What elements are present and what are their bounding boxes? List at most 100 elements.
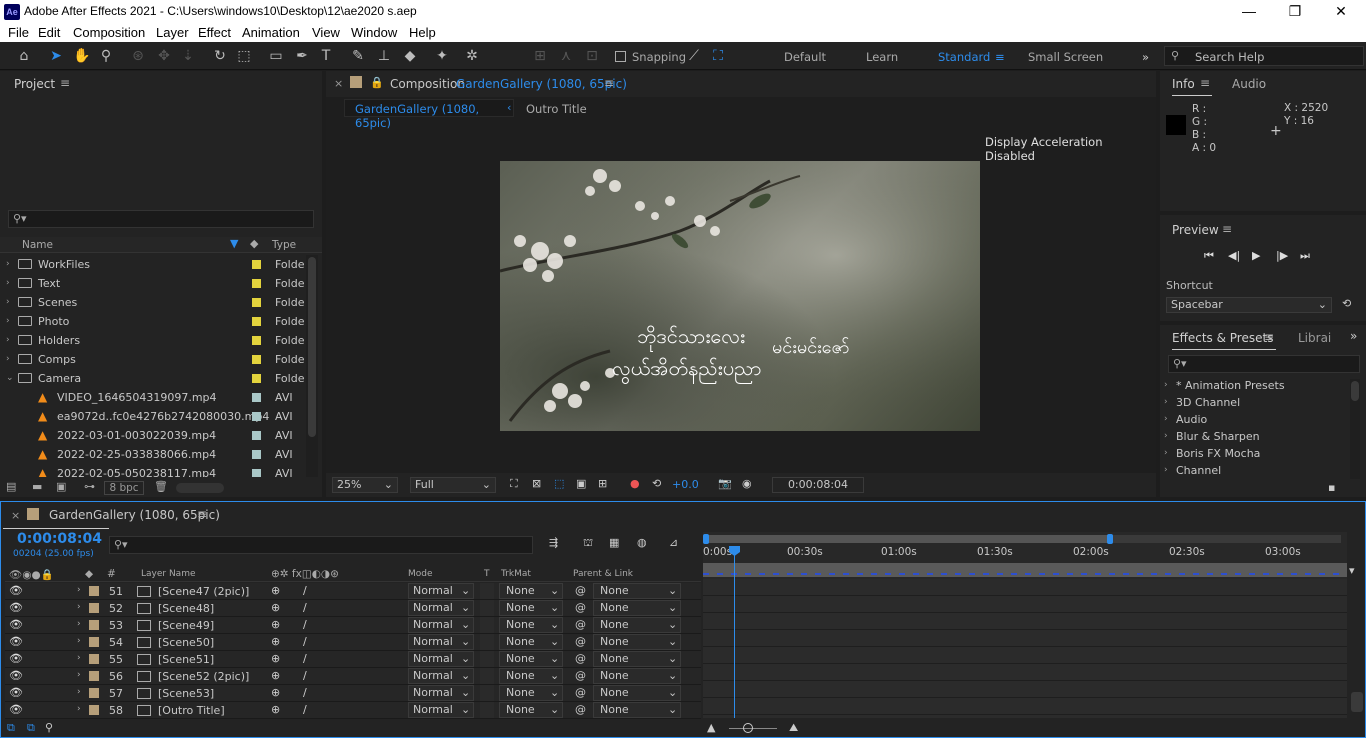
local-axis-icon[interactable]: ⊞ bbox=[530, 46, 550, 66]
zoom-out-icon[interactable]: ▲ bbox=[707, 721, 715, 734]
world-axis-icon[interactable]: ⋏ bbox=[556, 46, 576, 66]
snap-edges-icon[interactable]: ⟋ bbox=[684, 46, 704, 66]
menu-window[interactable]: Window bbox=[351, 25, 397, 40]
menu-help[interactable]: Help bbox=[409, 25, 436, 40]
menu-effect[interactable]: Effect bbox=[198, 25, 231, 40]
chevron-right-icon[interactable]: › bbox=[6, 259, 10, 269]
more-workspaces-icon[interactable]: » bbox=[1142, 50, 1149, 64]
label-swatch[interactable] bbox=[89, 586, 99, 596]
chevron-right-icon[interactable]: › bbox=[1164, 431, 1168, 441]
pickwhip-icon[interactable]: @ bbox=[575, 686, 586, 699]
sort-down-icon[interactable]: ▼ bbox=[230, 237, 238, 250]
chevron-right-icon[interactable]: › bbox=[77, 687, 81, 697]
eye-icon[interactable]: 👁 bbox=[9, 686, 23, 699]
next-frame-icon[interactable]: |▶ bbox=[1276, 249, 1288, 262]
layer-name[interactable]: [Scene51] bbox=[158, 653, 214, 666]
project-item[interactable]: › WorkFiles Folde bbox=[0, 255, 320, 274]
work-area-range[interactable] bbox=[703, 563, 1347, 577]
chevron-right-icon[interactable]: › bbox=[77, 704, 81, 714]
pickwhip-icon[interactable]: @ bbox=[575, 635, 586, 648]
mode-dropdown[interactable]: Normal ⌄ bbox=[408, 583, 474, 599]
number-column[interactable]: # bbox=[107, 568, 116, 580]
parent-dropdown[interactable]: None ⌄ bbox=[593, 617, 681, 633]
menu-edit[interactable]: Edit bbox=[38, 25, 60, 40]
label-swatch[interactable] bbox=[252, 431, 261, 440]
effects-category[interactable]: › Audio bbox=[1160, 411, 1350, 428]
mode-dropdown[interactable]: Normal ⌄ bbox=[408, 600, 474, 616]
chevron-right-icon[interactable]: › bbox=[1164, 397, 1168, 407]
chevron-right-icon[interactable]: › bbox=[77, 653, 81, 663]
chevron-down-icon[interactable]: ⌄ bbox=[6, 373, 14, 383]
comp-mini-flowchart-icon[interactable]: ⇶ bbox=[549, 536, 558, 549]
pickwhip-icon[interactable]: @ bbox=[575, 703, 586, 716]
quality-icon[interactable]: ∕ bbox=[303, 703, 307, 716]
mode-dropdown[interactable]: Normal ⌄ bbox=[408, 634, 474, 650]
close-button[interactable]: ✕ bbox=[1318, 0, 1364, 24]
preserve-transparency-toggle[interactable] bbox=[480, 702, 494, 718]
project-item[interactable]: › Comps Folde bbox=[0, 350, 320, 369]
mode-dropdown[interactable]: Normal ⌄ bbox=[408, 668, 474, 684]
tab-libraries[interactable]: Librai bbox=[1298, 331, 1331, 345]
maximize-button[interactable]: ❐ bbox=[1272, 0, 1318, 24]
parent-dropdown[interactable]: None ⌄ bbox=[593, 583, 681, 599]
resolution-dropdown[interactable]: Full ⌄ bbox=[410, 477, 496, 493]
more-tabs-icon[interactable]: » bbox=[1350, 329, 1357, 343]
toggle-render-time-icon[interactable]: ⚲ bbox=[45, 721, 53, 734]
label-swatch[interactable] bbox=[252, 412, 261, 421]
workspace-menu-icon[interactable]: ≡ bbox=[995, 50, 1005, 64]
pickwhip-icon[interactable]: @ bbox=[575, 584, 586, 597]
quality-icon[interactable]: ∕ bbox=[303, 618, 307, 631]
quality-icon[interactable]: ∕ bbox=[303, 601, 307, 614]
type-tool-icon[interactable]: T bbox=[316, 46, 336, 66]
guides-grid-icon[interactable]: ⊞ bbox=[598, 477, 607, 490]
project-panel-title[interactable]: Project bbox=[14, 77, 55, 91]
col-parent[interactable]: Parent & Link bbox=[573, 569, 633, 579]
effects-category[interactable]: › Channel bbox=[1160, 462, 1350, 479]
menu-composition[interactable]: Composition bbox=[73, 25, 145, 40]
preserve-transparency-toggle[interactable] bbox=[480, 668, 494, 684]
chevron-right-icon[interactable]: › bbox=[6, 335, 10, 345]
shy-icon[interactable]: ⊕ bbox=[271, 601, 280, 614]
project-item[interactable]: ▲ VIDEO_1646504319097.mp4 AVI bbox=[0, 388, 320, 407]
chevron-right-icon[interactable]: › bbox=[1164, 380, 1168, 390]
label-swatch[interactable] bbox=[89, 620, 99, 630]
label-swatch[interactable] bbox=[252, 355, 261, 364]
chevron-right-icon[interactable]: › bbox=[77, 585, 81, 595]
clone-stamp-icon[interactable]: ⊥ bbox=[374, 46, 394, 66]
label-column-icon[interactable]: ◆ bbox=[85, 568, 93, 580]
label-swatch[interactable] bbox=[252, 279, 261, 288]
trkmat-dropdown[interactable]: None ⌄ bbox=[499, 702, 563, 718]
eye-icon[interactable]: 👁 bbox=[9, 584, 23, 597]
timeline-search-input[interactable]: ⚲▾ bbox=[109, 536, 533, 554]
layer-name[interactable]: [Outro Title] bbox=[158, 704, 225, 717]
trkmat-dropdown[interactable]: None ⌄ bbox=[499, 668, 563, 684]
pickwhip-icon[interactable]: @ bbox=[575, 652, 586, 665]
comp-panel-name[interactable]: GardenGallery (1080, 65pic) bbox=[456, 77, 627, 91]
tab-effects-presets[interactable]: Effects & Presets bbox=[1172, 331, 1273, 345]
col-layer-name[interactable]: Layer Name bbox=[141, 569, 196, 579]
shy-icon[interactable]: ⊕ bbox=[271, 669, 280, 682]
quality-icon[interactable]: ∕ bbox=[303, 584, 307, 597]
tab-info[interactable]: Info bbox=[1172, 77, 1195, 91]
effects-search-input[interactable]: ⚲▾ bbox=[1168, 355, 1360, 373]
current-timecode[interactable]: 0:00:08:04 bbox=[17, 531, 102, 547]
pan-behind-icon[interactable]: ⬚ bbox=[234, 46, 254, 66]
time-ruler[interactable]: 0:00s 00:30s 01:00s 01:30s 02:00s 02:30s 03:00… bbox=[703, 544, 1347, 562]
comp-viewer-frame[interactable]: ဘိုဒင်သားလေး မင်းမင်းဇော် လွယ်အိတ်နည်းပည… bbox=[500, 161, 980, 431]
eye-icon[interactable]: 👁 bbox=[9, 669, 23, 682]
timeline-graph-area[interactable]: 0:00s 00:30s 01:00s 01:30s 02:00s 02:30s 03:00… bbox=[703, 532, 1347, 718]
bpc-button[interactable]: 8 bpc bbox=[104, 481, 144, 495]
new-comp-icon[interactable]: ▣ bbox=[56, 480, 66, 493]
label-tag-icon[interactable]: ◆ bbox=[250, 237, 258, 250]
chevron-right-icon[interactable]: › bbox=[77, 670, 81, 680]
shy-icon[interactable]: ⊕ bbox=[271, 635, 280, 648]
label-swatch[interactable] bbox=[252, 317, 261, 326]
channel-icon[interactable]: ● bbox=[630, 477, 640, 490]
pickwhip-icon[interactable]: @ bbox=[575, 618, 586, 631]
brush-tool-icon[interactable]: ✎ bbox=[348, 46, 368, 66]
label-swatch[interactable] bbox=[89, 705, 99, 715]
menu-view[interactable]: View bbox=[312, 25, 340, 40]
trkmat-dropdown[interactable]: None ⌄ bbox=[499, 617, 563, 633]
shy-icon[interactable]: ⊕ bbox=[271, 652, 280, 665]
viewer-timecode[interactable]: 0:00:08:04 bbox=[772, 477, 864, 493]
